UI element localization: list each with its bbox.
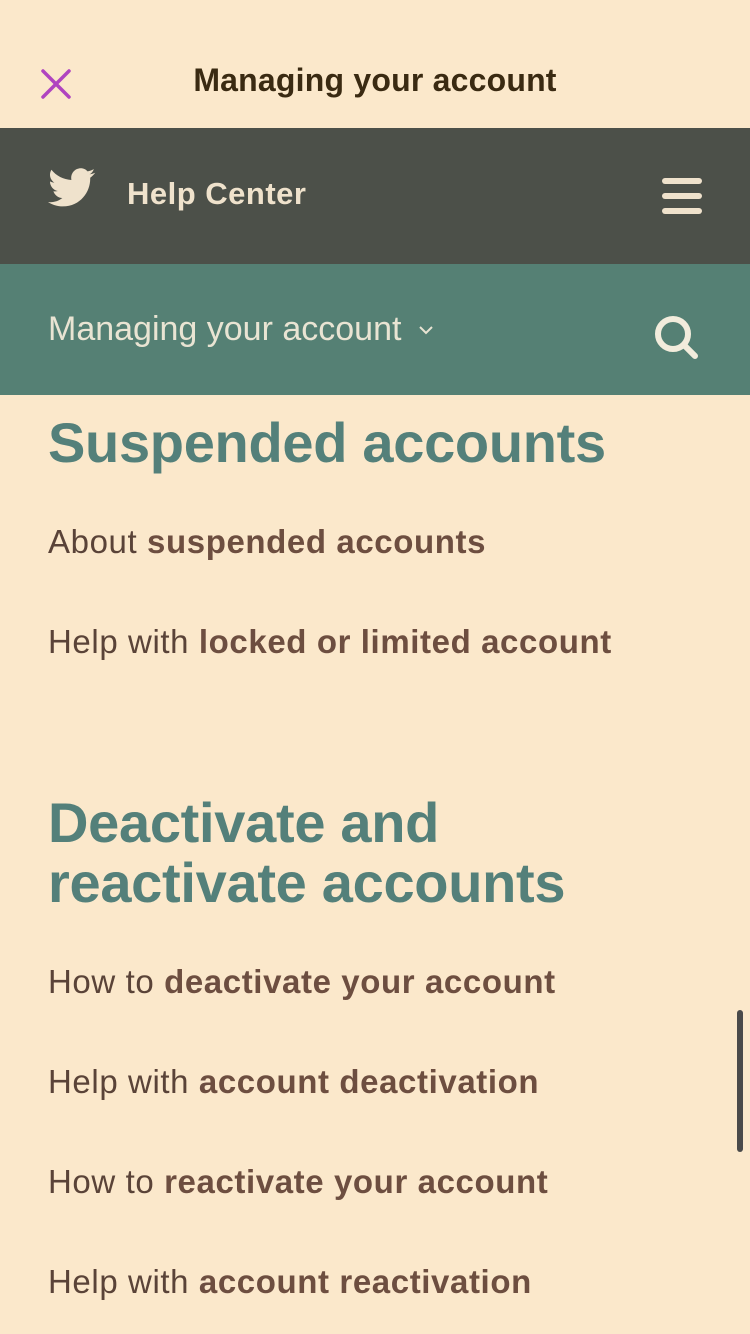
section-heading: Suspended accounts <box>48 411 606 474</box>
section-dropdown-label: Managing your account <box>48 310 402 348</box>
link-deactivate-account[interactable]: How to deactivate your account <box>48 963 556 1001</box>
link-title: reactivate your account <box>164 1163 549 1200</box>
link-account-reactivation[interactable]: Help with account reactivation <box>48 1263 532 1301</box>
link-title: suspended accounts <box>147 523 487 560</box>
link-prefix: About <box>48 523 138 560</box>
section-dropdown[interactable]: Managing your account <box>48 310 435 349</box>
link-locked-account[interactable]: Help with locked or limited account <box>48 623 612 661</box>
menu-button[interactable] <box>660 176 704 216</box>
link-title: account deactivation <box>198 1063 540 1100</box>
site-header: Help Center <box>0 128 750 264</box>
link-prefix: How to <box>48 1163 155 1200</box>
hamburger-menu-icon <box>662 208 702 214</box>
section-heading-line: Deactivate and <box>48 791 440 854</box>
search-icon[interactable] <box>652 313 700 361</box>
link-prefix: How to <box>48 963 155 1000</box>
link-prefix: Help with <box>48 1263 190 1300</box>
hamburger-menu-icon <box>662 178 702 184</box>
link-title: locked or limited account <box>198 623 612 660</box>
twitter-bird-icon[interactable] <box>48 168 96 208</box>
link-prefix: Help with <box>48 1063 190 1100</box>
link-suspended-accounts[interactable]: About suspended accounts <box>48 523 486 561</box>
link-title: deactivate your account <box>164 963 556 1000</box>
page-title: Managing your account <box>193 62 557 98</box>
modal-top-bar: Managing your account <box>0 0 750 128</box>
link-title: account reactivation <box>198 1263 532 1300</box>
section-heading-line: reactivate accounts <box>48 851 566 914</box>
link-reactivate-account[interactable]: How to reactivate your account <box>48 1163 548 1201</box>
section-nav: Managing your account <box>0 264 750 395</box>
scrollbar[interactable] <box>737 1010 743 1152</box>
help-center-title[interactable]: Help Center <box>127 176 306 212</box>
section-heading: Deactivate and reactivate accounts <box>48 791 566 914</box>
chevron-down-icon <box>419 325 434 334</box>
link-prefix: Help with <box>48 623 190 660</box>
link-account-deactivation[interactable]: Help with account deactivation <box>48 1063 539 1101</box>
hamburger-menu-icon <box>662 193 702 199</box>
